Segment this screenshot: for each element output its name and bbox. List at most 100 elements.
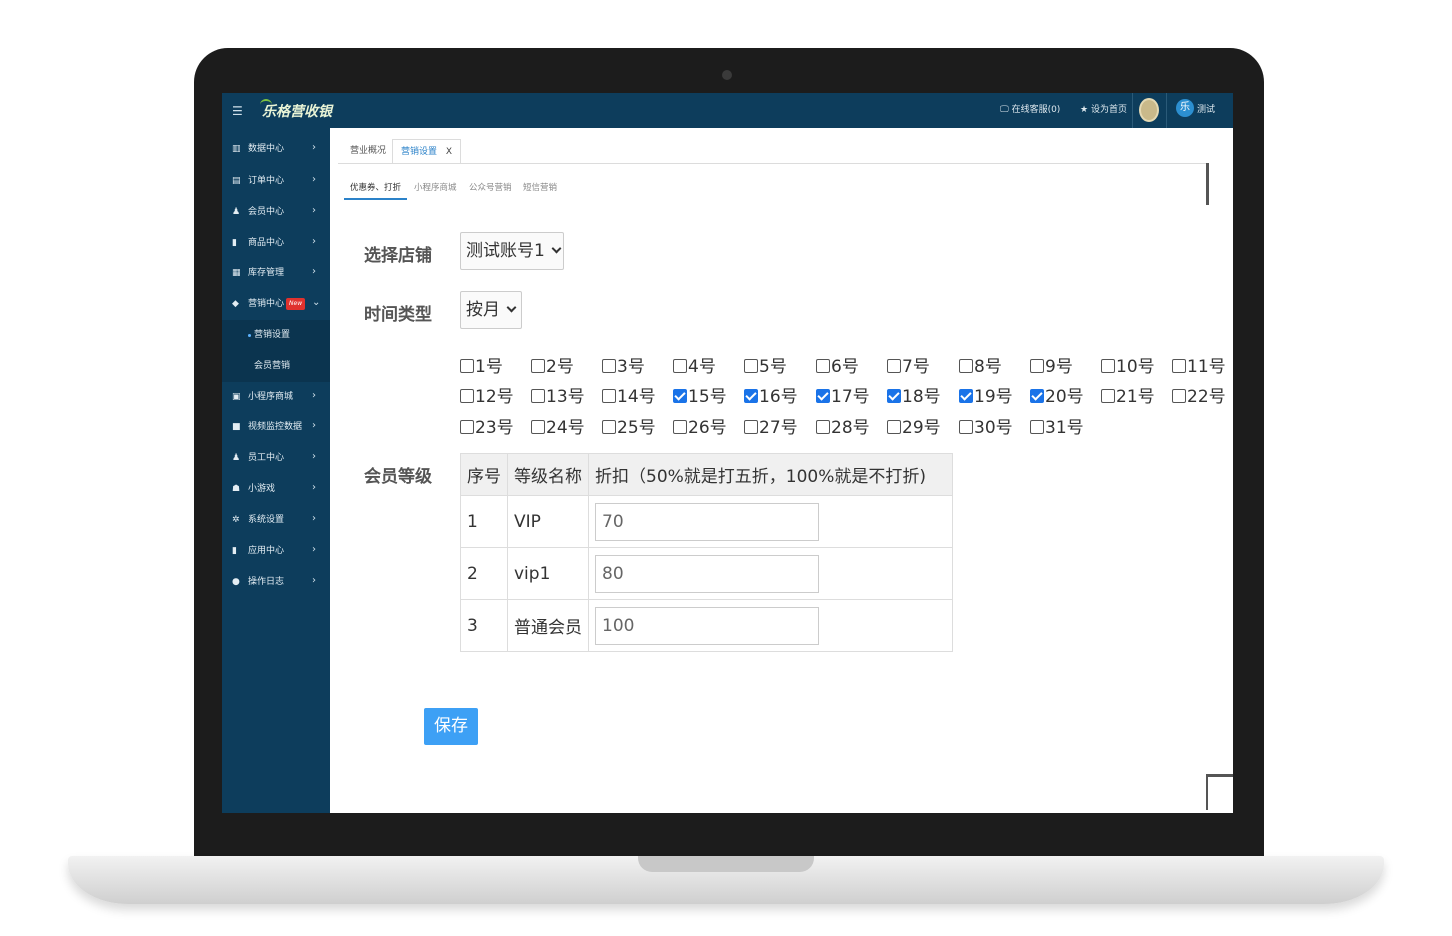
sidebar-item-staff[interactable]: ♟ 员工中心 › xyxy=(222,443,330,474)
sidebar-subitem-member-marketing[interactable]: 会员营销 xyxy=(222,351,330,382)
sidebar-item-logs[interactable]: ● 操作日志 › xyxy=(222,567,330,598)
scrollbar-top[interactable] xyxy=(1206,163,1209,205)
discount-input[interactable]: 80 xyxy=(595,554,819,593)
day-checkbox-item[interactable]: 25号 xyxy=(602,418,656,438)
checkbox[interactable] xyxy=(602,420,616,434)
checkbox[interactable] xyxy=(460,359,474,373)
save-button[interactable]: 保存 xyxy=(424,708,478,745)
subtab-mini-mall[interactable]: 小程序商城 xyxy=(414,176,457,200)
checkbox[interactable] xyxy=(1172,359,1186,373)
day-checkbox-item[interactable]: 1号 xyxy=(460,357,503,377)
tab-business-overview[interactable]: 营业概况 xyxy=(350,139,386,164)
video-icon: ■ xyxy=(232,422,241,432)
discount-input[interactable]: 70 xyxy=(595,502,819,541)
time-type-select[interactable]: 按月 xyxy=(460,291,522,329)
day-checkbox-item[interactable]: 18号 xyxy=(887,387,941,407)
day-checkbox-item[interactable]: 9号 xyxy=(1030,357,1073,377)
checkbox-checked[interactable] xyxy=(816,389,830,403)
day-checkbox-item[interactable]: 13号 xyxy=(531,387,585,407)
checkbox[interactable] xyxy=(816,420,830,434)
checkbox[interactable] xyxy=(673,420,687,434)
checkbox[interactable] xyxy=(959,420,973,434)
day-checkbox-item[interactable]: 12号 xyxy=(460,387,514,407)
store-select[interactable]: 测试账号1 xyxy=(460,232,564,270)
sidebar-item-orders[interactable]: ▤ 订单中心 › xyxy=(222,166,330,197)
subtab-coupons[interactable]: 优惠券、打折 xyxy=(344,176,408,200)
checkbox[interactable] xyxy=(887,420,901,434)
checkbox[interactable] xyxy=(1172,389,1186,403)
checkbox[interactable] xyxy=(1101,389,1115,403)
sidebar-item-members[interactable]: ♟ 会员中心 › xyxy=(222,197,330,228)
discount-input[interactable]: 100 xyxy=(595,606,819,645)
subtab-sms[interactable]: 短信营销 xyxy=(523,176,557,200)
day-checkbox-item[interactable]: 3号 xyxy=(602,357,645,377)
close-icon[interactable]: X xyxy=(446,147,452,157)
day-checkbox-item[interactable]: 31号 xyxy=(1030,418,1084,438)
checkbox[interactable] xyxy=(959,359,973,373)
sidebar-item-mini-mall[interactable]: ▣ 小程序商城 › xyxy=(222,382,330,413)
checkbox[interactable] xyxy=(460,420,474,434)
day-checkbox-item[interactable]: 6号 xyxy=(816,357,859,377)
user-name[interactable]: 测试 xyxy=(1197,103,1215,117)
day-checkbox-item[interactable]: 27号 xyxy=(744,418,798,438)
day-checkbox-item[interactable]: 29号 xyxy=(887,418,941,438)
checkbox[interactable] xyxy=(744,420,758,434)
day-checkbox-item[interactable]: 21号 xyxy=(1101,387,1155,407)
user-logo-icon[interactable]: 乐 xyxy=(1176,99,1194,117)
day-checkbox-item[interactable]: 24号 xyxy=(531,418,585,438)
day-checkbox-item[interactable]: 15号 xyxy=(673,387,727,407)
day-checkbox-item[interactable]: 7号 xyxy=(887,357,930,377)
day-checkbox-item[interactable]: 16号 xyxy=(744,387,798,407)
sidebar-item-games[interactable]: ☗ 小游戏 › xyxy=(222,474,330,505)
checkbox[interactable] xyxy=(460,389,474,403)
sidebar-item-data-center[interactable]: ▥ 数据中心 › xyxy=(222,134,330,165)
day-checkbox-item[interactable]: 17号 xyxy=(816,387,870,407)
day-checkbox-item[interactable]: 5号 xyxy=(744,357,787,377)
day-checkbox-item[interactable]: 28号 xyxy=(816,418,870,438)
checkbox[interactable] xyxy=(816,359,830,373)
checkbox[interactable] xyxy=(602,389,616,403)
checkbox-checked[interactable] xyxy=(1030,389,1044,403)
sidebar-item-goods[interactable]: ▮ 商品中心 › xyxy=(222,228,330,259)
day-checkbox-item[interactable]: 22号 xyxy=(1172,387,1226,407)
checkbox[interactable] xyxy=(887,359,901,373)
checkbox[interactable] xyxy=(531,389,545,403)
day-checkbox-item[interactable]: 14号 xyxy=(602,387,656,407)
checkbox[interactable] xyxy=(1030,420,1044,434)
sidebar-item-system-settings[interactable]: ✲ 系统设置 › xyxy=(222,505,330,536)
sidebar-item-marketing[interactable]: ◆ 营销中心 New ⌄ xyxy=(222,289,330,320)
day-checkbox-item[interactable]: 10号 xyxy=(1101,357,1155,377)
day-checkbox-item[interactable]: 30号 xyxy=(959,418,1013,438)
scrollbar-bottom[interactable] xyxy=(1206,774,1208,810)
hamburger-menu-icon[interactable]: ☰ xyxy=(232,105,244,117)
checkbox-checked[interactable] xyxy=(673,389,687,403)
avatar[interactable] xyxy=(1139,98,1159,122)
subtab-official-account[interactable]: 公众号营销 xyxy=(469,176,512,200)
checkbox[interactable] xyxy=(673,359,687,373)
sidebar-subitem-marketing-settings[interactable]: 营销设置 xyxy=(222,320,330,351)
checkbox-checked[interactable] xyxy=(744,389,758,403)
customer-service-link[interactable]: 🖵 在线客服(0) xyxy=(1000,103,1060,117)
day-checkbox-item[interactable]: 20号 xyxy=(1030,387,1084,407)
tab-marketing-settings[interactable]: 营销设置 X xyxy=(392,139,462,164)
checkbox[interactable] xyxy=(1101,359,1115,373)
day-checkbox-item[interactable]: 2号 xyxy=(531,357,574,377)
checkbox[interactable] xyxy=(531,359,545,373)
day-checkbox-item[interactable]: 11号 xyxy=(1172,357,1226,377)
day-checkbox-item[interactable]: 19号 xyxy=(959,387,1013,407)
checkbox-checked[interactable] xyxy=(887,389,901,403)
sidebar-item-stock[interactable]: ▦ 库存管理 › xyxy=(222,258,330,289)
day-checkbox-item[interactable]: 26号 xyxy=(673,418,727,438)
tag-icon: ◆ xyxy=(232,299,239,309)
sidebar-item-apps[interactable]: ▮ 应用中心 › xyxy=(222,536,330,567)
day-checkbox-item[interactable]: 8号 xyxy=(959,357,1002,377)
sidebar-item-video[interactable]: ■ 视频监控数据 › xyxy=(222,412,330,443)
day-checkbox-item[interactable]: 23号 xyxy=(460,418,514,438)
checkbox-checked[interactable] xyxy=(959,389,973,403)
checkbox[interactable] xyxy=(602,359,616,373)
set-homepage-link[interactable]: ★ 设为首页 xyxy=(1080,103,1127,117)
checkbox[interactable] xyxy=(1030,359,1044,373)
checkbox[interactable] xyxy=(531,420,545,434)
checkbox[interactable] xyxy=(744,359,758,373)
day-checkbox-item[interactable]: 4号 xyxy=(673,357,716,377)
